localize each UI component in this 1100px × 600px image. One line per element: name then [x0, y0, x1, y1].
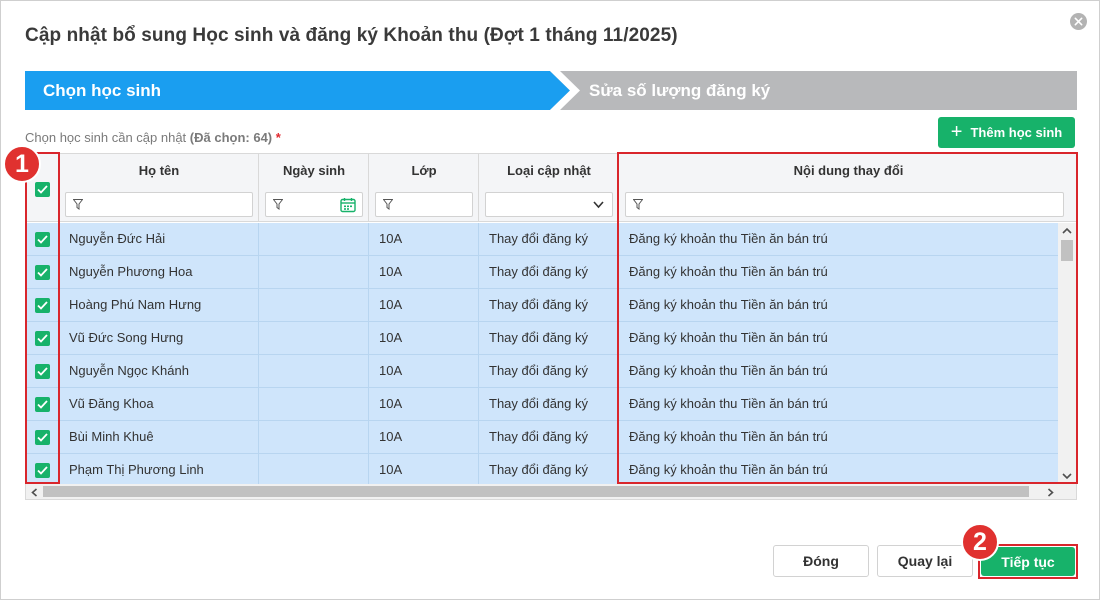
cell-name: Nguyễn Phương Hoa	[59, 256, 259, 288]
cell-dob	[259, 322, 369, 354]
step-2-label: Sửa số lượng đăng ký	[589, 81, 771, 100]
cell-name: Bùi Minh Khuê	[59, 421, 259, 453]
horizontal-scroll-thumb[interactable]	[43, 486, 1029, 497]
filter-icon	[383, 199, 393, 210]
cell-type: Thay đổi đăng ký	[479, 355, 619, 387]
cell-name: Phạm Thị Phương Linh	[59, 454, 259, 484]
cell-type: Thay đổi đăng ký	[479, 421, 619, 453]
scroll-left-icon[interactable]	[31, 488, 38, 497]
required-mark: *	[275, 130, 281, 145]
cell-name: Nguyễn Ngọc Khánh	[59, 355, 259, 387]
cell-class: 10A	[369, 223, 479, 255]
filter-icon	[273, 199, 283, 210]
add-student-label: Thêm học sinh	[970, 125, 1063, 140]
column-type-header[interactable]: Loại cập nhật	[479, 163, 619, 178]
cell-class: 10A	[369, 355, 479, 387]
cell-class: 10A	[369, 322, 479, 354]
cell-name: Nguyễn Đức Hải	[59, 223, 259, 255]
selection-hint: Chọn học sinh cần cập nhật (Đã chọn: 64)…	[25, 130, 281, 145]
name-filter-input[interactable]	[65, 192, 253, 217]
cell-dob	[259, 454, 369, 484]
column-class: Lớp	[369, 154, 479, 221]
cell-type: Thay đổi đăng ký	[479, 388, 619, 420]
close-icon[interactable]	[1070, 13, 1087, 30]
cell-dob	[259, 256, 369, 288]
cell-name: Vũ Đăng Khoa	[59, 388, 259, 420]
column-name-header[interactable]: Họ tên	[59, 163, 259, 178]
type-filter-select[interactable]	[485, 192, 613, 217]
calendar-icon[interactable]	[340, 197, 356, 213]
cell-class: 10A	[369, 454, 479, 484]
update-students-dialog: Cập nhật bổ sung Học sinh và đăng ký Kho…	[0, 0, 1100, 600]
cell-type: Thay đổi đăng ký	[479, 223, 619, 255]
add-student-button[interactable]: + Thêm học sinh	[938, 117, 1075, 148]
wizard-steps: Chọn học sinh Sửa số lượng đăng ký	[25, 71, 1077, 110]
step-1-label: Chọn học sinh	[43, 81, 162, 100]
cell-class: 10A	[369, 388, 479, 420]
cell-dob	[259, 355, 369, 387]
cell-class: 10A	[369, 289, 479, 321]
column-type: Loại cập nhật	[479, 154, 619, 221]
class-filter-input[interactable]	[375, 192, 473, 217]
cell-class: 10A	[369, 256, 479, 288]
column-class-header[interactable]: Lớp	[369, 163, 479, 178]
annotation-badge-2: 2	[961, 523, 999, 561]
column-name: Họ tên	[59, 154, 259, 221]
cell-dob	[259, 289, 369, 321]
chevron-down-icon	[593, 201, 604, 209]
cell-type: Thay đổi đăng ký	[479, 454, 619, 484]
dob-filter-input[interactable]	[265, 192, 363, 217]
plus-icon: +	[950, 120, 963, 143]
highlight-content-column	[617, 152, 1078, 484]
cell-dob	[259, 388, 369, 420]
hint-text: Chọn học sinh cần cập nhật	[25, 130, 187, 145]
cell-type: Thay đổi đăng ký	[479, 322, 619, 354]
back-button[interactable]: Quay lại	[877, 545, 973, 577]
selected-count: (Đã chọn: 64)	[189, 130, 273, 145]
dialog-title: Cập nhật bổ sung Học sinh và đăng ký Kho…	[25, 25, 678, 46]
cell-type: Thay đổi đăng ký	[479, 289, 619, 321]
horizontal-scrollbar[interactable]	[26, 484, 1076, 499]
column-dob: Ngày sinh	[259, 154, 369, 221]
close-button[interactable]: Đóng	[773, 545, 869, 577]
cell-type: Thay đổi đăng ký	[479, 256, 619, 288]
cell-class: 10A	[369, 421, 479, 453]
cell-name: Hoàng Phú Nam Hưng	[59, 289, 259, 321]
cell-dob	[259, 421, 369, 453]
column-dob-header[interactable]: Ngày sinh	[259, 163, 369, 178]
cell-dob	[259, 223, 369, 255]
scroll-right-icon[interactable]	[1047, 488, 1054, 497]
filter-icon	[73, 199, 83, 210]
highlight-checkbox-column	[25, 152, 60, 484]
annotation-badge-1: 1	[3, 145, 41, 183]
cell-name: Vũ Đức Song Hưng	[59, 322, 259, 354]
